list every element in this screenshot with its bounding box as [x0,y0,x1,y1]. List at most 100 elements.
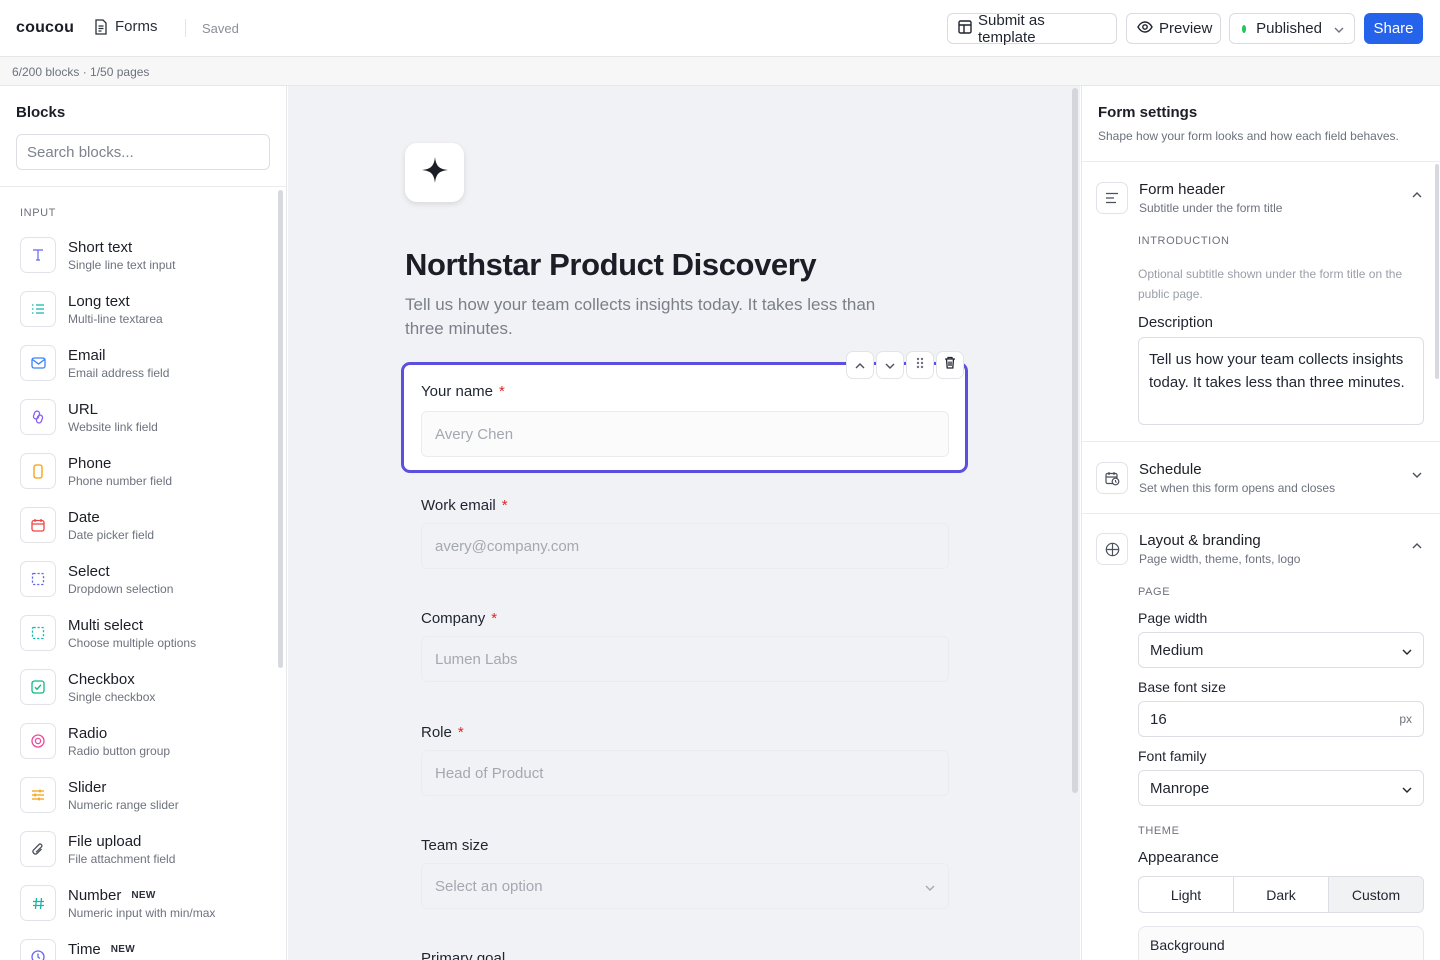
form-field-work-email[interactable]: Work email * avery@company.com [405,486,965,586]
form-field-team-size[interactable]: Team size Select an option [405,826,965,926]
field-label: Your name * [421,383,505,400]
publish-status-dropdown[interactable]: Published [1229,13,1355,44]
block-item-multi-select[interactable]: Multi select Choose multiple options [20,615,270,669]
form-settings-panel: Form settings Shape how your form looks … [1081,86,1440,960]
block-item-select[interactable]: Select Dropdown selection [20,561,270,615]
block-item-checkbox[interactable]: Checkbox Single checkbox [20,669,270,723]
form-field-company[interactable]: Company * Lumen Labs [405,599,965,699]
form-canvas: Northstar Product Discovery Tell us how … [288,86,1080,960]
group-label-page: PAGE [1138,586,1171,598]
chevron-up-icon[interactable] [1412,185,1422,203]
search-blocks-input[interactable] [16,134,270,170]
field-select[interactable]: Select an option [421,863,949,909]
appearance-option-light[interactable]: Light [1139,877,1234,912]
page-width-label: Page width [1138,610,1208,626]
eye-icon [1137,20,1153,37]
section-title-form-header[interactable]: Form header [1139,181,1225,198]
grip-icon [916,356,924,374]
field-label: Team size [421,837,489,854]
base-font-size-input[interactable]: 16 px [1138,701,1424,737]
chevron-up-icon[interactable] [1412,536,1422,554]
required-marker: * [491,610,498,627]
form-field-role[interactable]: Role * Head of Product [405,713,965,813]
usage-bar: 6/200 blocks · 1/50 pages [0,57,1440,86]
field-input[interactable]: Lumen Labs [421,636,949,682]
field-input[interactable]: Avery Chen [421,411,949,457]
appearance-option-custom[interactable]: Custom [1329,877,1423,912]
field-label-text: Your name [421,383,493,400]
field-label-text: Work email [421,497,496,514]
save-status: Saved [202,21,239,36]
section-title-schedule[interactable]: Schedule [1139,461,1202,478]
field-input[interactable]: Head of Product [421,750,949,796]
description-textarea[interactable]: Tell us how your team collects insights … [1138,337,1424,425]
block-item-date[interactable]: Date Date picker field [20,507,270,561]
move-up-button[interactable] [846,351,874,379]
chevron-down-icon[interactable] [1412,465,1422,483]
top-bar: coucou Forms Saved Submit as template Pr… [0,0,1440,57]
multi-select-icon [20,615,56,651]
preview-button[interactable]: Preview [1126,13,1221,44]
block-item-url[interactable]: URL Website link field [20,399,270,453]
sparkle-icon [421,156,449,189]
align-left-icon [1096,182,1128,214]
forms-nav-link[interactable]: Forms [94,18,158,35]
block-list: Short text Single line text input Long tex… [20,237,270,960]
section-title-layout-branding[interactable]: Layout & branding [1139,532,1261,549]
scrollbar[interactable] [278,190,283,668]
block-item-description: Phone number field [68,474,173,488]
required-marker: * [457,724,464,741]
new-badge: NEW [131,890,156,901]
block-item-text: Checkbox Single checkbox [68,671,155,704]
group-label-theme: THEME [1138,825,1180,837]
required-marker: * [499,383,505,400]
usage-text: 6/200 blocks · 1/50 pages [12,65,150,79]
block-item-number[interactable]: Number NEW Numeric input with min/max [20,885,270,939]
block-item-email[interactable]: Email Email address field [20,345,270,399]
block-item-time[interactable]: Time NEW [20,939,270,960]
block-item-label: Number [68,887,122,904]
block-item-name: Select [68,563,173,580]
section-label-input: INPUT [20,207,56,219]
font-family-select[interactable]: Manrope [1138,770,1424,806]
scrollbar[interactable] [1435,164,1439,379]
block-item-name: Slider [68,779,179,796]
page-width-select[interactable]: Medium [1138,632,1424,668]
field-placeholder: avery@company.com [435,537,580,555]
page-width-value: Medium [1150,641,1204,659]
chevron-down-icon [1334,20,1344,37]
selected-field-block[interactable]: Your name * Avery Chen [401,351,968,473]
block-item-file-upload[interactable]: File upload File attachment field [20,831,270,885]
drag-handle[interactable] [906,351,934,379]
section-subtitle: Subtitle under the form title [1139,201,1283,215]
field-input[interactable]: avery@company.com [421,523,949,569]
background-setting-card[interactable]: Background [1138,926,1424,960]
block-item-name: Phone [68,455,172,472]
block-item-radio[interactable]: Radio Radio button group [20,723,270,777]
block-item-name: File upload [68,833,175,850]
move-down-button[interactable] [876,351,904,379]
form-field-primary-goal[interactable]: Primary goal [405,939,965,960]
block-item-text: Number NEW Numeric input with min/max [68,887,215,920]
checkbox-icon [20,669,56,705]
delete-field-button[interactable] [936,351,964,379]
block-item-long-text[interactable]: Long text Multi-line textarea [20,291,270,345]
form-description[interactable]: Tell us how your team collects insights … [405,293,885,341]
block-item-text: Time NEW [68,941,135,960]
field-label: Work email * [421,497,508,514]
app-logo[interactable]: coucou [16,19,74,37]
share-button[interactable]: Share [1364,13,1423,44]
block-item-phone[interactable]: Phone Phone number field [20,453,270,507]
font-family-value: Manrope [1150,779,1210,797]
block-item-short-text[interactable]: Short text Single line text input [20,237,270,291]
group-label-introduction: INTRODUCTION [1138,235,1230,247]
form-logo[interactable] [405,143,464,202]
submit-as-template-button[interactable]: Submit as template [947,12,1117,46]
appearance-option-dark[interactable]: Dark [1234,877,1329,912]
link-icon [20,399,56,435]
form-title[interactable]: Northstar Product Discovery [405,247,817,283]
block-item-description: Dropdown selection [68,582,174,596]
scrollbar[interactable] [1072,88,1078,793]
field-placeholder: Select an option [435,877,543,895]
block-item-slider[interactable]: Slider Numeric range slider [20,777,270,831]
